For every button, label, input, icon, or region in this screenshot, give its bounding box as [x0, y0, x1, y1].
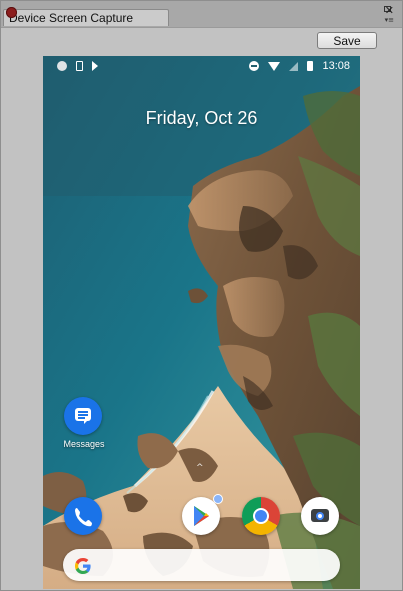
camera-icon — [301, 497, 339, 535]
swipe-up-icon[interactable]: ^ — [196, 463, 204, 473]
no-signal-icon — [289, 61, 299, 71]
notification-dot-icon — [57, 61, 67, 72]
messages-icon — [64, 397, 102, 435]
app-play-store[interactable] — [182, 494, 223, 537]
status-bar-right: 13:08 — [249, 60, 350, 72]
status-bar: 13:08 — [43, 56, 360, 76]
close-icon[interactable]: ✕ — [385, 5, 394, 16]
device-screen[interactable]: 13:08 Friday, Oct 26 Messages ^ — [43, 56, 360, 589]
date-widget[interactable]: Friday, Oct 26 — [43, 108, 360, 129]
google-icon — [75, 558, 91, 574]
phone-icon — [64, 497, 102, 535]
app-phone[interactable] — [64, 497, 104, 537]
tab-title: Device Screen Capture — [9, 11, 134, 25]
google-search-bar[interactable] — [63, 549, 340, 581]
phone-status-icon — [76, 61, 84, 72]
play-store-icon — [182, 494, 223, 535]
tab-device-screen-capture[interactable]: Device Screen Capture — [3, 9, 169, 26]
battery-icon — [307, 61, 314, 72]
chrome-icon — [242, 497, 280, 535]
status-bar-time: 13:08 — [322, 60, 350, 73]
app-chrome[interactable] — [242, 497, 282, 537]
app-camera[interactable] — [301, 497, 341, 537]
window-menu-icon[interactable]: ▾≡ — [385, 16, 394, 24]
flag-icon — [92, 61, 99, 72]
app-messages[interactable]: Messages — [63, 397, 105, 449]
save-button[interactable]: Save — [317, 32, 377, 49]
do-not-disturb-icon — [249, 61, 260, 72]
window-controls: ✕ ▾≡ — [378, 5, 394, 25]
app-label-messages: Messages — [63, 439, 105, 449]
device-screen-capture-window: Device Screen Capture ✕ ▾≡ Save 13:08 Fr… — [0, 0, 403, 591]
wifi-icon — [268, 61, 281, 71]
status-bar-left — [57, 60, 104, 72]
record-indicator-icon — [6, 7, 17, 18]
notification-badge — [213, 494, 223, 504]
tab-bar: Device Screen Capture ✕ ▾≡ — [1, 1, 402, 28]
